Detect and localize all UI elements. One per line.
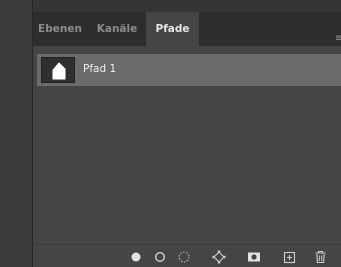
load-as-selection-icon[interactable]	[176, 249, 192, 265]
delete-path-icon[interactable]	[312, 249, 328, 265]
paths-list: Pfad 1	[33, 46, 341, 244]
panel-footer-toolbar	[33, 244, 341, 267]
path-name-label: Pfad 1	[83, 63, 117, 75]
path-row-pfad-1[interactable]: Pfad 1	[37, 54, 341, 86]
tab-kanaele[interactable]: Kanäle	[88, 12, 146, 46]
path-shape-icon	[52, 62, 66, 80]
tab-ebenen[interactable]: Ebenen	[33, 12, 87, 46]
make-work-path-icon[interactable]	[211, 249, 227, 265]
panel-menu-icon[interactable]: ≡	[335, 33, 341, 45]
add-mask-icon[interactable]	[246, 249, 262, 265]
left-toolbar-strip	[0, 0, 33, 267]
new-path-icon[interactable]	[281, 249, 297, 265]
panel-tab-bar: Ebenen Kanäle Pfade ≡	[33, 12, 341, 46]
paths-panel: Ebenen Kanäle Pfade ≡ Pfad 1	[33, 0, 341, 267]
fill-path-icon[interactable]	[128, 249, 144, 265]
path-thumbnail	[41, 57, 75, 83]
stroke-path-icon[interactable]	[152, 249, 168, 265]
tab-pfade[interactable]: Pfade	[146, 12, 199, 46]
